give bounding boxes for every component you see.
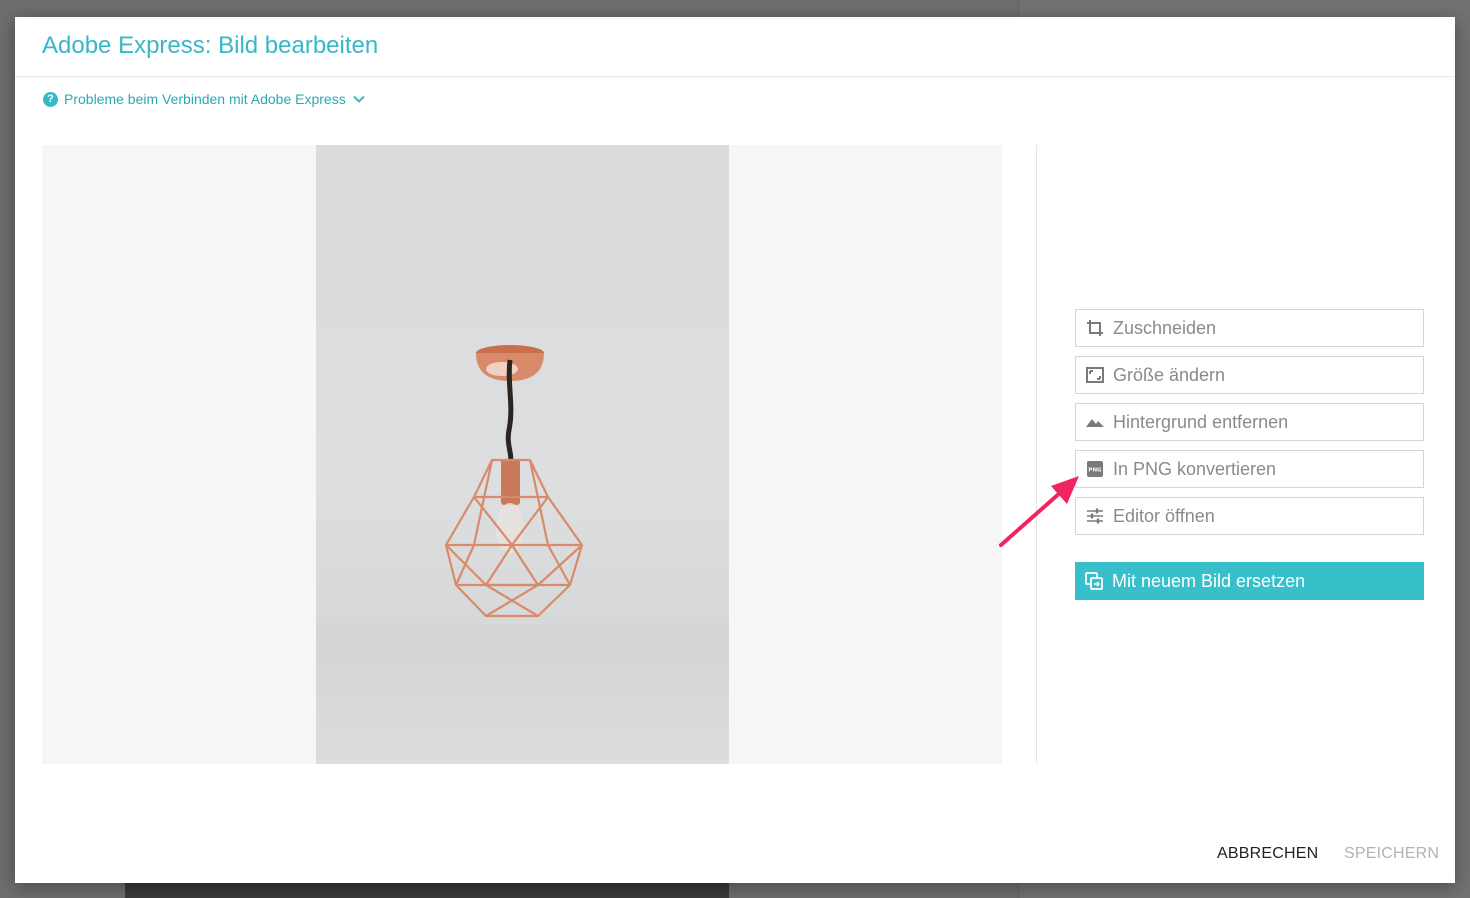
annotation-arrow-icon <box>999 476 1079 547</box>
chevron-down-icon <box>353 95 365 103</box>
replace-image-icon <box>1084 571 1104 591</box>
crop-icon <box>1085 318 1105 338</box>
convert-png-button[interactable]: PNG In PNG konvertieren <box>1075 450 1424 488</box>
crop-button-label: Zuschneiden <box>1113 317 1217 338</box>
open-editor-label: Editor öffnen <box>1113 505 1215 526</box>
image-preview-area <box>42 145 1002 764</box>
resize-button-label: Größe ändern <box>1113 364 1226 385</box>
open-editor-button[interactable]: Editor öffnen <box>1075 497 1424 535</box>
png-icon: PNG <box>1085 459 1105 479</box>
resize-icon <box>1085 365 1105 385</box>
landscape-icon <box>1085 412 1105 432</box>
image-preview <box>316 145 729 764</box>
svg-text:PNG: PNG <box>1088 468 1102 474</box>
pendant-lamp-photo <box>444 345 584 618</box>
background-bottom-bar <box>125 883 729 898</box>
remove-background-label: Hintergrund entfernen <box>1113 411 1289 432</box>
edit-actions-list: Zuschneiden Größe ändern Hintergrund ent… <box>1075 309 1424 544</box>
edit-image-dialog: Adobe Express: Bild bearbeiten ? Problem… <box>15 17 1455 883</box>
connection-help-label: Probleme beim Verbinden mit Adobe Expres… <box>64 91 346 107</box>
dialog-header: Adobe Express: Bild bearbeiten <box>15 17 1455 77</box>
dialog-title: Adobe Express: Bild bearbeiten <box>42 32 379 59</box>
help-icon: ? <box>43 91 58 107</box>
sliders-icon <box>1085 506 1105 526</box>
resize-button[interactable]: Größe ändern <box>1075 356 1424 394</box>
convert-png-label: In PNG konvertieren <box>1113 458 1277 479</box>
replace-image-button[interactable]: Mit neuem Bild ersetzen <box>1075 562 1424 600</box>
crop-button[interactable]: Zuschneiden <box>1075 309 1424 347</box>
replace-image-label: Mit neuem Bild ersetzen <box>1112 570 1306 591</box>
connection-help-toggle[interactable]: ? Probleme beim Verbinden mit Adobe Expr… <box>43 90 366 108</box>
save-button[interactable]: SPEICHERN <box>1344 845 1439 863</box>
remove-background-button[interactable]: Hintergrund entfernen <box>1075 403 1424 441</box>
vertical-divider <box>1036 145 1037 764</box>
cancel-button[interactable]: ABBRECHEN <box>1217 845 1318 863</box>
